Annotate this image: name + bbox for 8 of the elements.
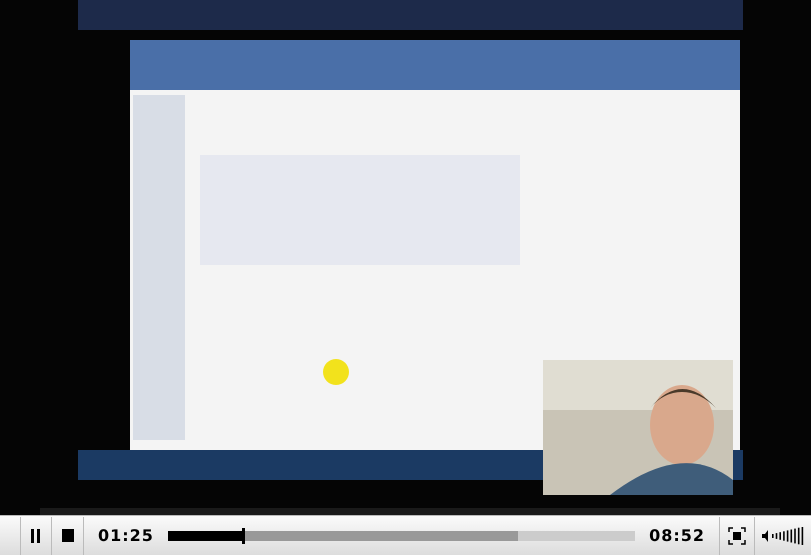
stop-icon [62, 529, 74, 542]
elapsed-time: 01:25 [97, 526, 155, 545]
pause-icon [30, 528, 42, 542]
volume-icon [760, 526, 806, 544]
pause-button[interactable] [20, 516, 52, 554]
duration-time: 08:52 [648, 526, 706, 545]
fullscreen-icon [728, 526, 746, 544]
fullscreen-button[interactable] [719, 516, 755, 554]
